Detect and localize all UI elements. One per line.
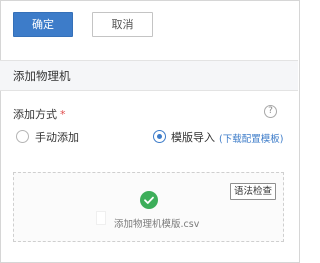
radio-manual-add[interactable] [16, 130, 29, 143]
uploaded-file-name: 添加物理机模版.csv [114, 219, 200, 230]
radio-manual-add-label[interactable]: 手动添加 [35, 129, 79, 145]
confirm-button[interactable]: 确定 [13, 12, 73, 37]
cancel-button[interactable]: 取消 [92, 12, 153, 37]
syntax-check-button[interactable]: 语法检查 [230, 183, 276, 200]
download-template-link[interactable]: (下载配置模板) [219, 131, 283, 145]
section-title: 添加物理机 [13, 69, 71, 83]
section-header: 添加物理机 [0, 60, 298, 91]
radio-template-import-label[interactable]: 模版导入 [171, 129, 215, 145]
question-icon[interactable]: ? [264, 105, 277, 118]
required-mark: * [60, 108, 66, 121]
add-method-label: 添加方式 [13, 108, 57, 121]
radio-template-import[interactable] [153, 130, 166, 143]
add-method-label-group: 添加方式 * [13, 106, 66, 122]
check-circle-icon [140, 191, 158, 209]
file-icon [96, 211, 106, 225]
